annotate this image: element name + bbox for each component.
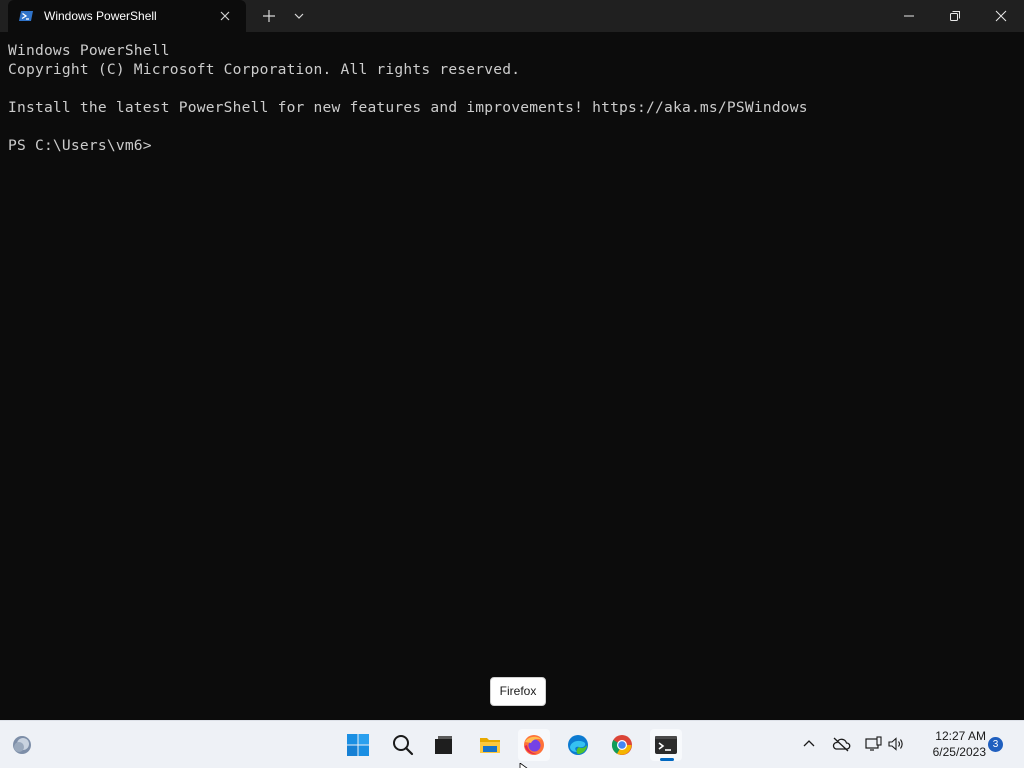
- title-bar[interactable]: Windows PowerShell: [0, 0, 1024, 32]
- network-icon[interactable]: [864, 735, 882, 753]
- clock-date: 6/25/2023: [932, 745, 986, 759]
- new-tab-button[interactable]: [258, 6, 280, 26]
- taskbar-clock[interactable]: 12:27 AM 6/25/2023: [912, 728, 986, 760]
- restore-icon: [950, 11, 960, 21]
- onedrive-offline-icon[interactable]: [831, 735, 851, 753]
- terminal-line: Copyright (C) Microsoft Corporation. All…: [8, 61, 521, 78]
- powershell-icon: [18, 8, 34, 24]
- running-app-indicator: [660, 758, 674, 761]
- start-button[interactable]: [342, 729, 374, 761]
- widgets-icon[interactable]: [6, 729, 38, 761]
- terminal-output[interactable]: Windows PowerShell Copyright (C) Microso…: [0, 32, 1024, 720]
- mouse-cursor-icon: [519, 759, 529, 768]
- clock-time: 12:27 AM: [935, 729, 986, 743]
- tab-title: Windows PowerShell: [44, 9, 157, 23]
- folder-icon: [480, 738, 500, 753]
- task-view-button[interactable]: [428, 729, 460, 761]
- file-explorer-button[interactable]: [474, 729, 506, 761]
- terminal-line: Windows PowerShell: [8, 42, 170, 59]
- firefox-icon: [524, 735, 544, 755]
- terminal-line: Install the latest PowerShell for new fe…: [8, 99, 808, 116]
- close-window-button[interactable]: [978, 0, 1024, 32]
- minimize-icon: [904, 15, 914, 17]
- volume-icon[interactable]: [887, 735, 905, 753]
- notification-badge[interactable]: 3: [988, 737, 1003, 752]
- search-icon: [393, 735, 414, 756]
- search-button[interactable]: [387, 729, 419, 761]
- edge-icon: [568, 735, 588, 755]
- task-view-icon: [435, 736, 452, 754]
- chevron-down-icon[interactable]: [289, 6, 309, 26]
- terminal-icon: [655, 736, 677, 754]
- desktop-screen: Windows PowerShell Windows PowerShell Co…: [0, 0, 1024, 768]
- windows-logo-icon: [347, 734, 369, 756]
- restore-button[interactable]: [932, 0, 978, 32]
- tab-windows-powershell[interactable]: Windows PowerShell: [8, 0, 246, 32]
- chevron-up-icon[interactable]: [800, 735, 818, 753]
- terminal-prompt[interactable]: PS C:\Users\vm6>: [8, 136, 152, 155]
- edge-button[interactable]: [562, 729, 594, 761]
- chrome-icon: [611, 735, 632, 755]
- close-tab-icon[interactable]: [217, 8, 233, 24]
- terminal-taskbar-button[interactable]: [650, 729, 682, 761]
- firefox-button[interactable]: [518, 729, 550, 761]
- minimize-button[interactable]: [886, 0, 932, 32]
- taskbar-tooltip: Firefox: [490, 677, 546, 706]
- chrome-button[interactable]: [606, 729, 638, 761]
- close-icon: [995, 10, 1007, 22]
